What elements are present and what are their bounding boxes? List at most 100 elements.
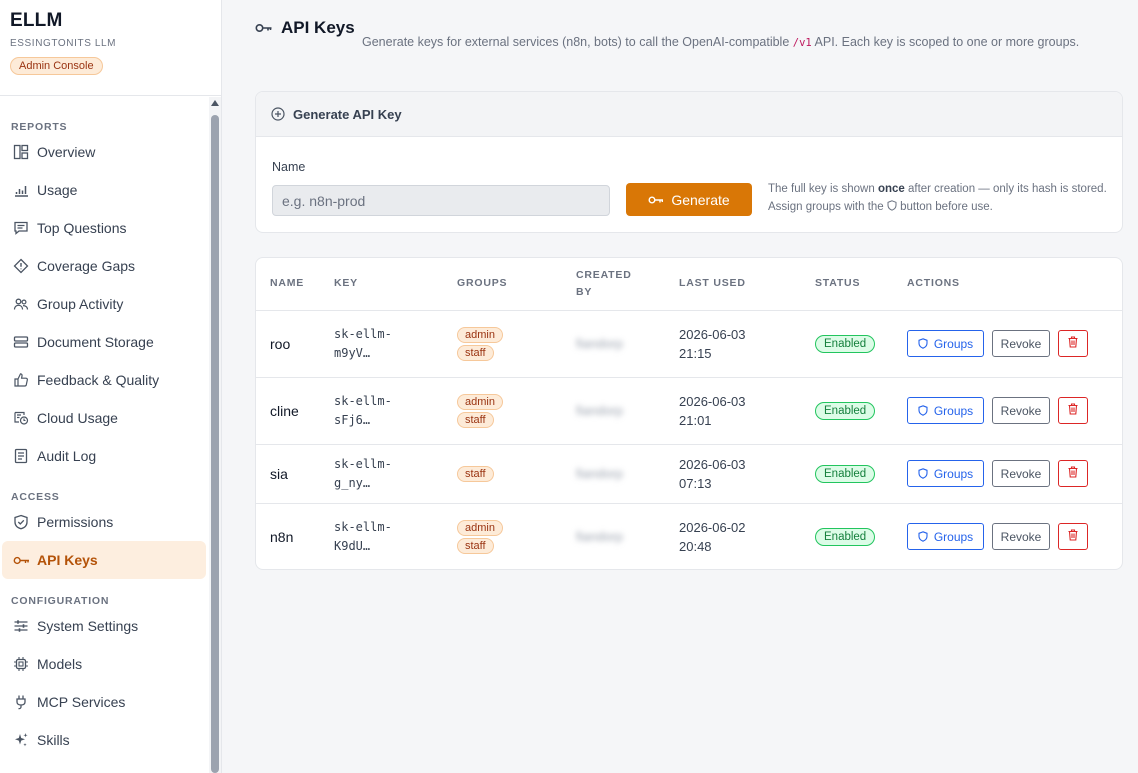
sidebar-item-label: Permissions (37, 514, 114, 530)
sidebar-item-label: System Settings (37, 618, 139, 634)
groups-button[interactable]: Groups (907, 460, 984, 487)
sidebar-item-group-activity[interactable]: Group Activity (2, 285, 206, 323)
generate-note-bold: once (877, 183, 905, 195)
last-used-date: 2026-06-03 (679, 456, 746, 472)
col-last-used: LAST USED (665, 258, 801, 311)
created-by: fiandorp (562, 377, 665, 445)
sidebar-item-top-questions[interactable]: Top Questions (2, 209, 206, 247)
shield-icon (887, 200, 897, 211)
generate-card-title: Generate API Key (293, 106, 402, 122)
status-badge: Enabled (815, 334, 876, 353)
delete-button[interactable] (1058, 330, 1088, 357)
actions-cell: Groups Revoke (893, 310, 1122, 378)
brand: ELLM ESSINGTONITS LLM Admin Console (0, 0, 221, 96)
nav-section-configuration: CONFIGURATION (11, 595, 110, 607)
message-icon (12, 219, 30, 237)
sidebar-item-api-keys[interactable]: API Keys (2, 541, 206, 579)
page-header: API Keys (255, 18, 355, 38)
group-tag: staff (457, 411, 494, 428)
sidebar-item-skills[interactable]: Skills (2, 721, 206, 759)
generate-note-text-3: button before use. (900, 201, 993, 213)
table-body: roo sk-ellm-m9yV… admin staff fiandorp 20… (256, 310, 1122, 569)
sidebar-item-document-storage[interactable]: Document Storage (2, 323, 206, 361)
main-content: API Keys Generate keys for external serv… (222, 0, 1138, 773)
groups-button-label: Groups (933, 529, 974, 544)
page-title: API Keys (255, 18, 355, 38)
sidebar-item-label: Document Storage (37, 334, 154, 350)
scroll-up-arrow-icon[interactable] (211, 100, 219, 106)
created-by-value: fiandorp (576, 336, 623, 351)
col-key: KEY (320, 258, 443, 311)
last-used-date: 2026-06-03 (679, 326, 746, 342)
created-by: fiandorp (562, 310, 665, 378)
scroll-thumb[interactable] (211, 115, 219, 773)
sidebar-item-coverage-gaps[interactable]: Coverage Gaps (2, 247, 206, 285)
table-row: cline sk-ellm-sFj6… admin staff fiandorp … (256, 377, 1122, 445)
sidebar-item-permissions[interactable]: Permissions (2, 503, 206, 541)
created-by-value: fiandorp (576, 403, 623, 418)
sidebar-item-label: Coverage Gaps (37, 258, 136, 274)
shield-icon (918, 405, 928, 416)
group-tag: admin (457, 393, 503, 410)
status-cell: Enabled (801, 503, 893, 569)
revoke-button[interactable]: Revoke (992, 460, 1050, 487)
plus-circle-icon (271, 107, 285, 121)
sidebar-item-audit-log[interactable]: Audit Log (2, 437, 206, 475)
groups-button-label: Groups (933, 403, 974, 418)
key-name: sia (256, 444, 320, 504)
sidebar-item-usage[interactable]: Usage (2, 171, 206, 209)
groups-button[interactable]: Groups (907, 523, 984, 551)
last-used: 2026-06-03 21:01 (665, 377, 801, 445)
sidebar-item-label: Overview (37, 144, 96, 160)
actions-cell: Groups Revoke (893, 444, 1122, 504)
sidebar-item-feedback-and-quality[interactable]: Feedback & Quality (2, 361, 206, 399)
page-description: Generate keys for external services (n8n… (362, 35, 1079, 49)
groups-button[interactable]: Groups (907, 330, 984, 357)
revoke-button[interactable]: Revoke (992, 397, 1050, 424)
sidebar-item-label: Models (37, 656, 83, 672)
sidebar-item-system-settings[interactable]: System Settings (2, 607, 206, 645)
group-tags: admin staff (443, 310, 562, 378)
last-used-time: 20:48 (679, 538, 712, 554)
revoke-button[interactable]: Revoke (992, 523, 1050, 551)
col-created-by-line2: BY (576, 285, 593, 298)
key-prefix-line2: K9dU… (334, 538, 371, 553)
key-icon (255, 22, 273, 34)
last-used: 2026-06-03 07:13 (665, 444, 801, 504)
group-tag: staff (457, 344, 494, 361)
cloud-usage-icon (12, 409, 30, 427)
sidebar-item-label: Audit Log (37, 448, 97, 464)
groups-button-label: Groups (933, 466, 974, 481)
sidebar-item-label: Feedback & Quality (37, 372, 160, 388)
delete-button[interactable] (1058, 460, 1088, 487)
table-row: sia sk-ellm-g_ny… staff fiandorp 2026-06… (256, 444, 1122, 504)
created-by: fiandorp (562, 503, 665, 569)
last-used-date: 2026-06-03 (679, 393, 746, 409)
actions-cell: Groups Revoke (893, 503, 1122, 569)
sidebar-item-overview[interactable]: Overview (2, 133, 206, 171)
group-tags: staff (443, 444, 562, 504)
group-tag: admin (457, 519, 503, 536)
storage-icon (12, 333, 30, 351)
key-name-input[interactable] (272, 185, 610, 216)
sidebar-item-models[interactable]: Models (2, 645, 206, 683)
generate-button[interactable]: Generate (626, 183, 752, 216)
delete-button[interactable] (1058, 397, 1088, 424)
bar-chart-icon (12, 181, 30, 199)
group-tag: admin (457, 326, 503, 343)
delete-button[interactable] (1058, 523, 1088, 551)
status-cell: Enabled (801, 310, 893, 378)
last-used: 2026-06-02 20:48 (665, 503, 801, 569)
groups-button[interactable]: Groups (907, 397, 984, 424)
trash-icon (1068, 466, 1078, 481)
last-used-time: 21:15 (679, 345, 712, 361)
trash-icon (1068, 336, 1078, 351)
sidebar-item-cloud-usage[interactable]: Cloud Usage (2, 399, 206, 437)
sidebar-item-mcp-services[interactable]: MCP Services (2, 683, 206, 721)
sidebar-scrollbar[interactable] (209, 97, 221, 773)
revoke-button[interactable]: Revoke (992, 330, 1050, 357)
key-name: roo (256, 310, 320, 378)
key-prefix: sk-ellm-g_ny… (320, 444, 443, 504)
col-created-by-line1: CREATED (576, 268, 632, 281)
generate-api-key-card: Generate API Key Name Generate The full … (255, 91, 1123, 233)
